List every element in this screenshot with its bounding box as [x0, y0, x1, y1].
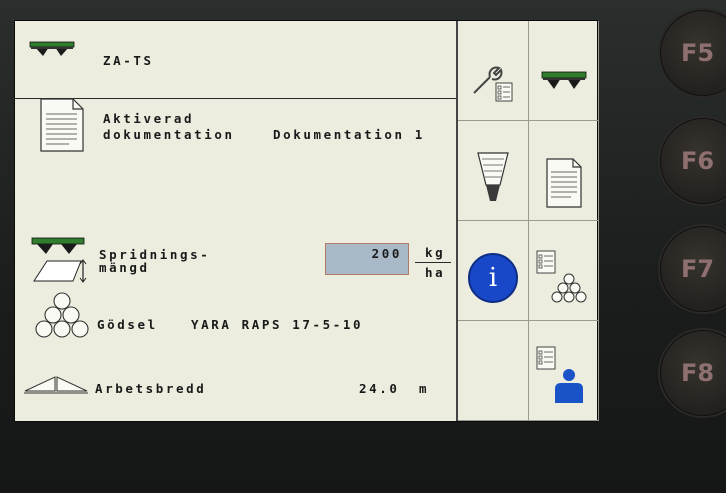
application-rate-label-line2: mängd: [99, 260, 150, 275]
softkey-empty[interactable]: [458, 321, 529, 421]
settings-pile-icon: [536, 250, 587, 303]
fertilizer-pile-icon: [35, 291, 89, 339]
rate-unit-denominator: ha: [425, 265, 446, 280]
rate-unit-fraction-bar: [415, 262, 451, 263]
softkey-sidebar: i: [456, 21, 599, 421]
function-key-f6-label: F6: [681, 147, 715, 175]
document-icon: [546, 158, 582, 208]
fertilizer-label: Gödsel: [97, 317, 158, 332]
application-rate-input[interactable]: 200: [325, 243, 409, 275]
function-key-f5-label: F5: [681, 39, 715, 67]
page-title: ZA-TS: [103, 53, 154, 68]
documentation-label-line2: dokumentation: [103, 127, 235, 142]
wrench-settings-icon: [473, 66, 513, 102]
info-glyph: i: [488, 263, 498, 293]
working-width-icon: [23, 375, 89, 395]
softkey-hopper[interactable]: [458, 121, 529, 221]
spreading-rate-icon: [31, 237, 87, 285]
header-spreader-icon: [29, 41, 75, 67]
documentation-value[interactable]: Dokumentation 1: [273, 127, 425, 142]
softkey-info[interactable]: i: [458, 221, 529, 321]
function-key-f8-label: F8: [681, 359, 715, 387]
user-settings-icon: [536, 346, 583, 403]
softkey-spreader[interactable]: [529, 21, 599, 121]
application-rate-value: 200: [371, 246, 402, 261]
document-icon: [39, 97, 85, 153]
terminal-screen: ZA-TS Aktiverad dokumentation Dokumentat…: [14, 20, 599, 422]
rate-unit-numerator: kg: [425, 245, 446, 260]
fertilizer-value[interactable]: YARA RAPS 17-5-10: [191, 317, 363, 332]
softkey-machine-settings[interactable]: [458, 21, 529, 121]
hopper-icon: [477, 152, 509, 201]
working-width-value[interactable]: 24.0: [359, 381, 400, 396]
info-icon: i: [468, 253, 518, 303]
spreader-icon: [541, 71, 587, 89]
function-key-f7-label: F7: [681, 255, 715, 283]
softkey-user-settings[interactable]: [529, 321, 599, 421]
working-width-unit: m: [419, 381, 430, 396]
documentation-label-line1: Aktiverad: [103, 111, 195, 126]
main-panel: ZA-TS Aktiverad dokumentation Dokumentat…: [15, 21, 456, 421]
working-width-label: Arbetsbredd: [95, 381, 207, 396]
softkey-fertilizer-settings[interactable]: [529, 221, 599, 321]
softkey-documentation[interactable]: [529, 121, 599, 221]
